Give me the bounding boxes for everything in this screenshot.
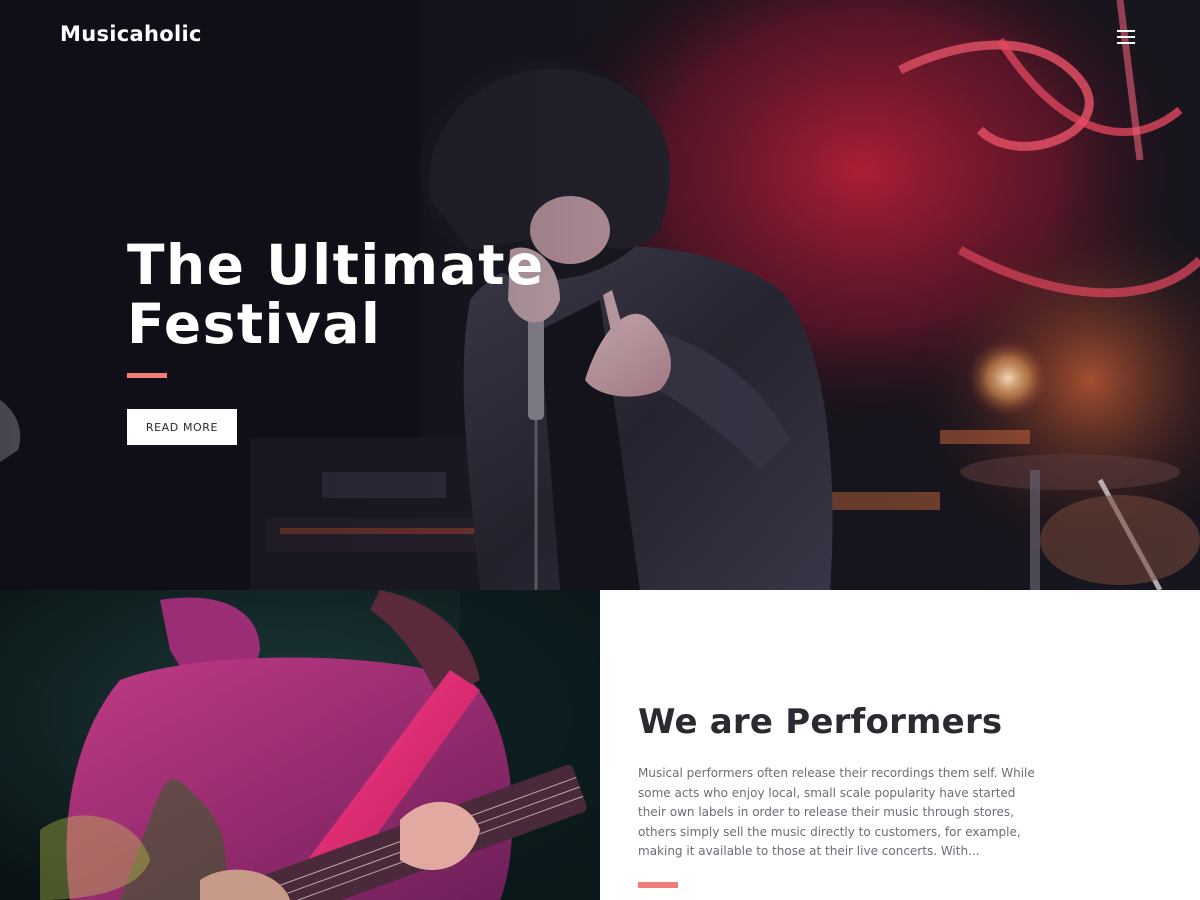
site-header: Musicaholic xyxy=(0,0,1200,72)
hero-title-line-1: The Ultimate xyxy=(127,233,545,297)
about-heading: We are Performers xyxy=(638,702,1003,742)
hero-accent-bar xyxy=(127,373,167,378)
hero-section: Musicaholic The Ultimate Festival READ M… xyxy=(0,0,1200,590)
guitarist-photo-art xyxy=(0,590,600,900)
about-description: Musical performers often release their r… xyxy=(638,766,1035,859)
site-logo[interactable]: Musicaholic xyxy=(60,22,202,46)
menu-line xyxy=(1117,30,1135,32)
menu-line xyxy=(1117,42,1135,44)
hamburger-menu-icon[interactable] xyxy=(1110,24,1142,50)
hero-title-line-2: Festival xyxy=(127,292,382,356)
about-section: We are Performers Musical performers oft… xyxy=(600,590,1200,900)
menu-line xyxy=(1117,36,1135,38)
about-accent-bar xyxy=(638,882,678,888)
read-more-button[interactable]: READ MORE xyxy=(127,409,237,445)
hero-title: The Ultimate Festival xyxy=(127,236,647,354)
guitarist-photo xyxy=(0,590,600,900)
hero-content: The Ultimate Festival READ MORE xyxy=(127,236,647,445)
